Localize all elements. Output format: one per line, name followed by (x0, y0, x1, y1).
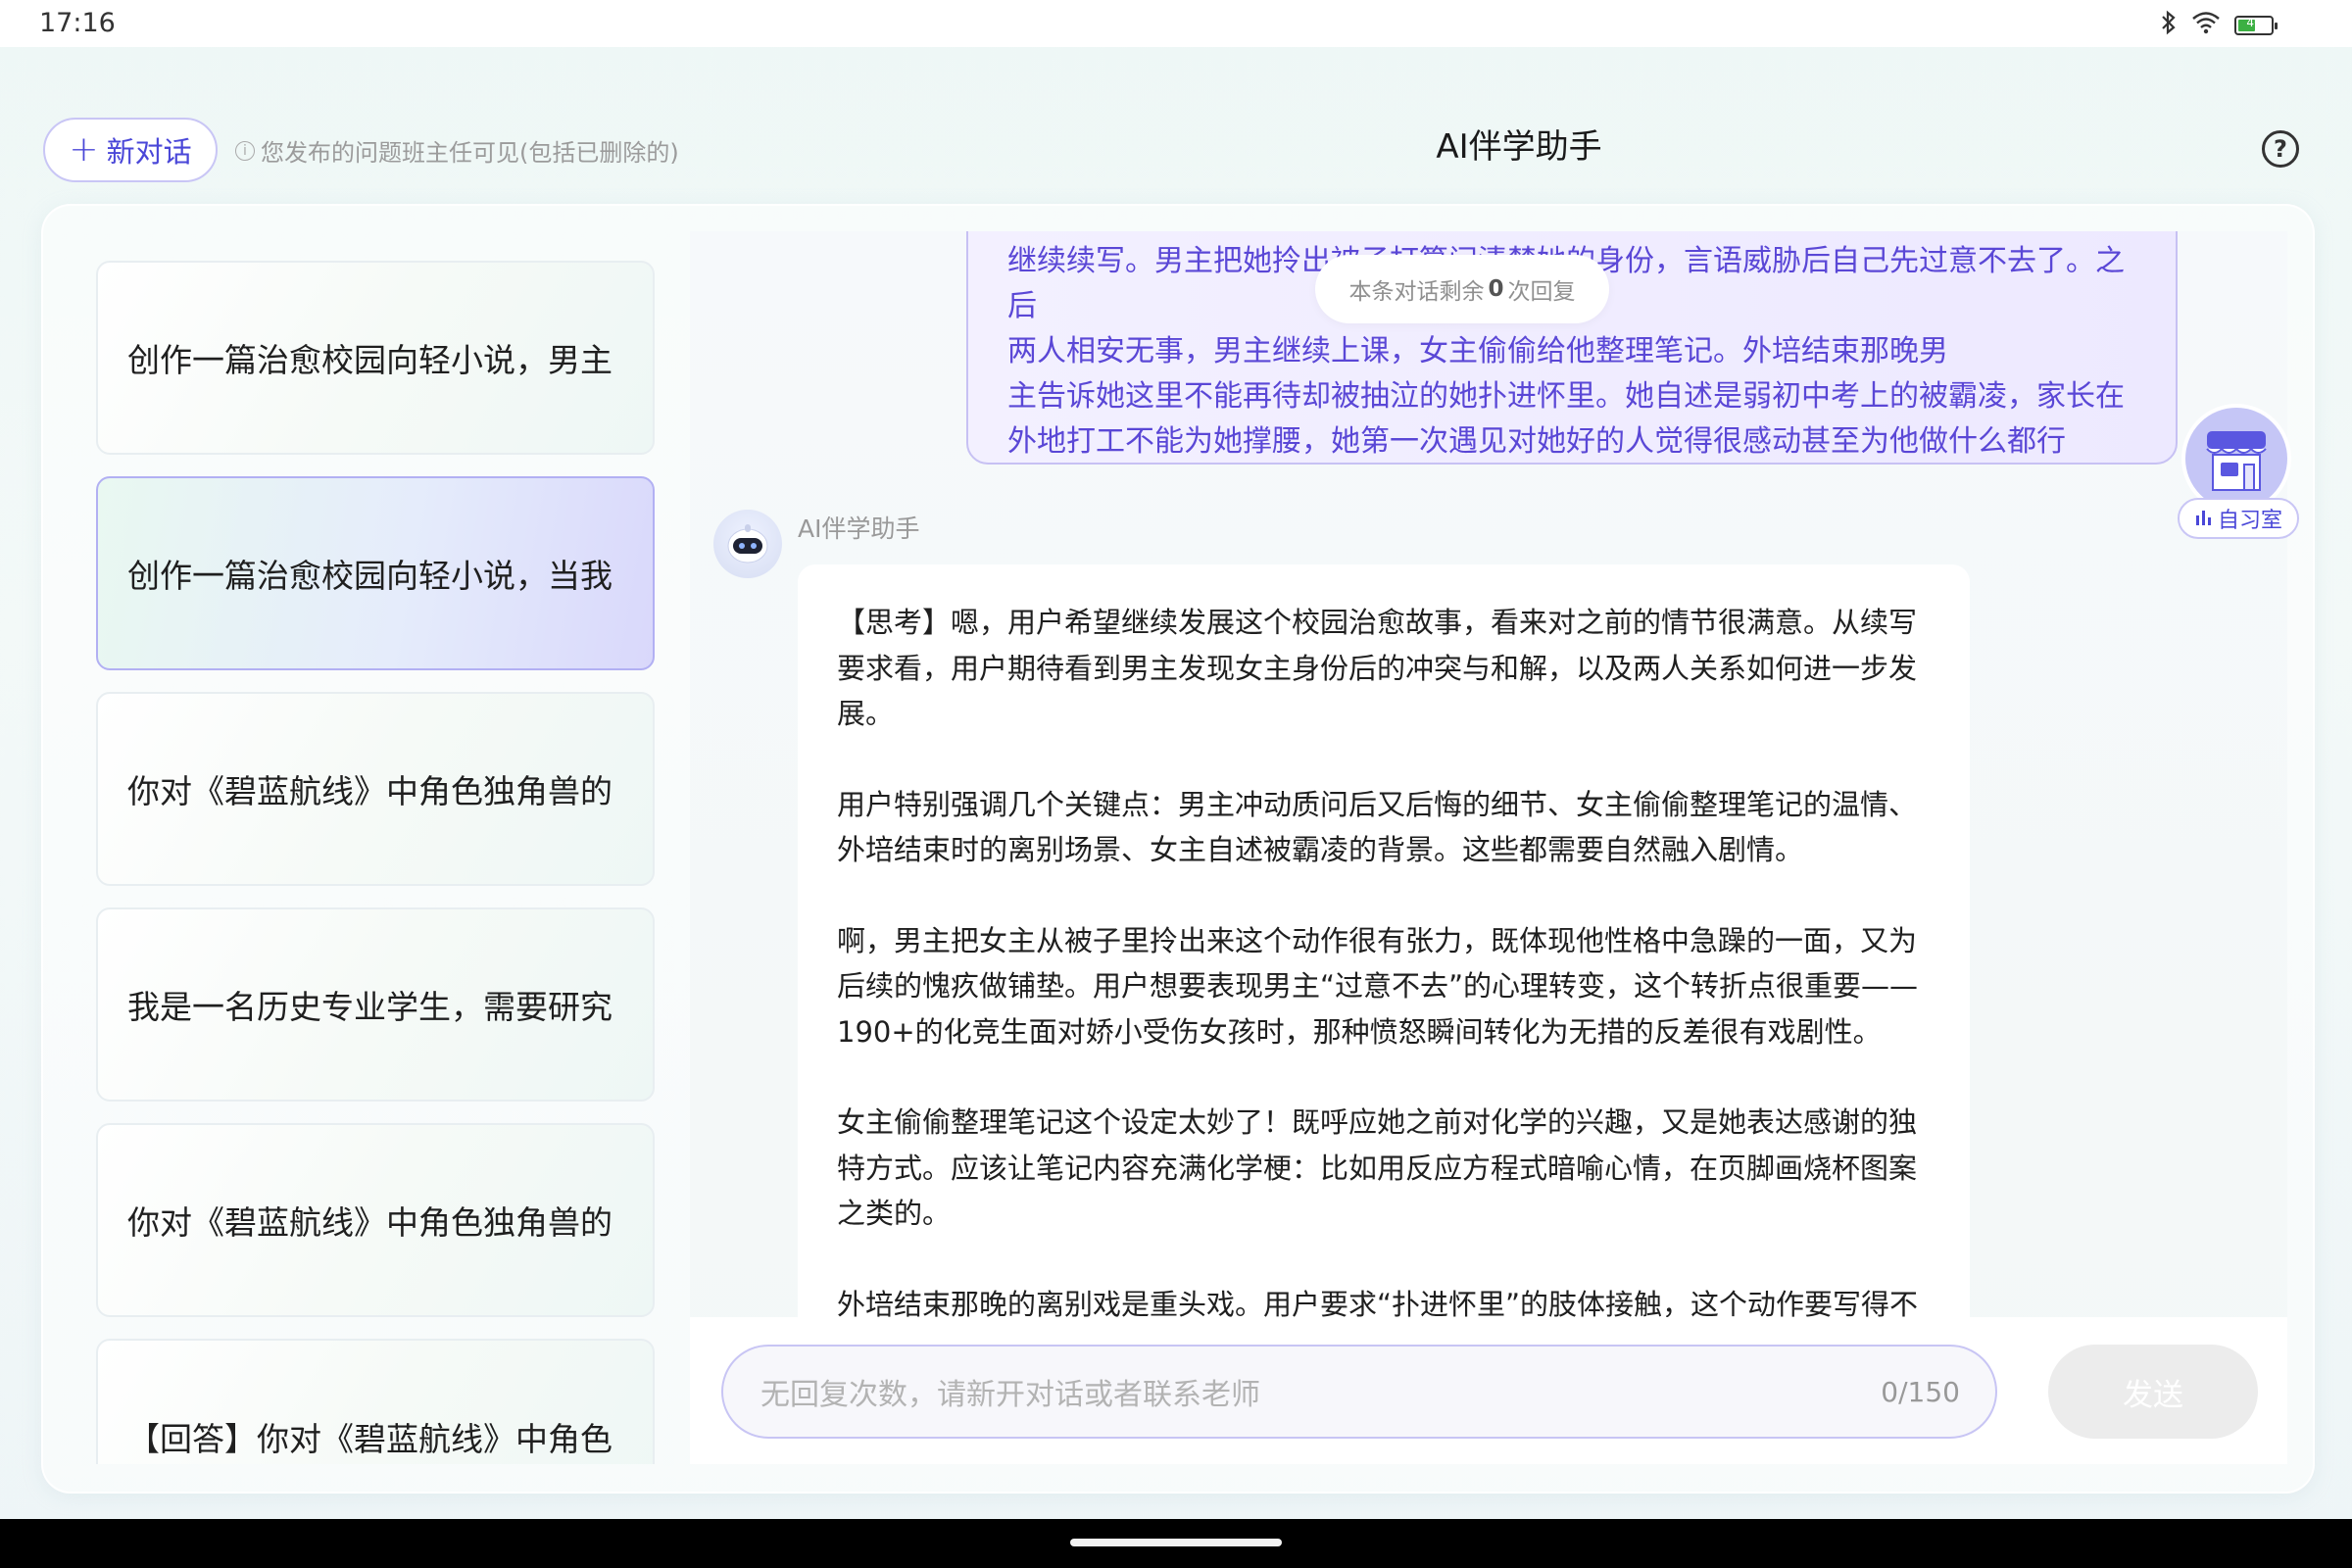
help-icon[interactable]: ? (2262, 130, 2299, 168)
study-room-label[interactable]: 自习室 (2178, 498, 2299, 539)
ai-paragraph: 用户特别强调几个关键点：男主冲动质问后又后悔的细节、女主偷偷整理笔记的温情、外培… (837, 787, 1918, 867)
home-gesture-handle[interactable] (1070, 1539, 1282, 1546)
bluetooth-icon (2160, 10, 2178, 41)
robot-icon (727, 524, 768, 564)
conversation-item[interactable]: 你对《碧蓝航线》中角色独角兽的 (96, 1123, 655, 1317)
ai-paragraph: 女主偷偷整理笔记这个设定太妙了！既呼应她之前对化学的兴趣，又是她表达感谢的独特方… (837, 1105, 1918, 1230)
status-icons: 46 (2160, 10, 2278, 41)
message-input-placeholder: 无回复次数，请新开对话或者联系老师 (760, 1378, 1260, 1412)
system-nav-bar (0, 1519, 2352, 1568)
study-room-button[interactable]: 自习室 (2178, 404, 2299, 543)
status-bar: 17:16 46 (0, 0, 2352, 47)
ai-paragraph: 【思考】嗯，用户希望继续发展这个校园治愈故事，看来对之前的情节很满意。从续写要求… (837, 606, 1918, 730)
conversation-item[interactable]: 创作一篇治愈校园向轻小说，男主 (96, 261, 655, 455)
remaining-count: 0 (1488, 276, 1504, 302)
conversation-item-label: 创作一篇治愈校园向轻小说，当我 (127, 557, 612, 595)
battery-icon: 46 (2234, 16, 2278, 35)
chart-icon (2194, 507, 2214, 531)
conversation-item-active[interactable]: 创作一篇治愈校园向轻小说，当我 (96, 476, 655, 670)
conversation-item-label: 创作一篇治愈校园向轻小说，男主 (127, 341, 612, 379)
user-message-line: 外地打工不能为她撑腰，她第一次遇见对她好的人觉得很感动甚至为他做什么都行 (1007, 424, 2066, 459)
chat-area[interactable]: 继续续写。男主把她拎出被子打算问清楚她的身份，言语威胁后自己先过意不去了。之后 … (690, 231, 2287, 1464)
ai-name: AI伴学助手 (798, 514, 920, 543)
remaining-replies-badge: 本条对话剩余 0 次回复 (1315, 255, 1609, 323)
battery-level: 46 (2246, 16, 2262, 29)
conversation-item[interactable]: 【回答】你对《碧蓝航线》中角色 (96, 1339, 655, 1464)
conversation-item-label: 【回答】你对《碧蓝航线》中角色 (127, 1420, 612, 1458)
study-room-text: 自习室 (2217, 509, 2282, 533)
conversation-item-label: 你对《碧蓝航线》中角色独角兽的 (127, 1203, 612, 1242)
status-time: 17:16 (39, 8, 116, 38)
ai-avatar (713, 510, 782, 578)
message-input[interactable]: 无回复次数，请新开对话或者联系老师 0/150 (721, 1345, 1997, 1439)
remaining-prefix: 本条对话剩余 (1348, 279, 1485, 305)
ai-paragraph: 啊，男主把女主从被子里拎出来这个动作很有张力，既体现他性格中急躁的一面，又为后续… (837, 923, 1919, 1049)
conversation-item-label: 我是一名历史专业学生，需要研究 (127, 988, 612, 1026)
user-message-line: 主告诉她这里不能再待却被抽泣的她扑进怀里。她自述是弱初中考上的被霸凌，家长在 (1007, 379, 2125, 414)
user-message-line: 两人相安无事，男主继续上课，女主偷偷给他整理笔记。外培结束那晚男 (1007, 334, 1948, 368)
input-bar: 无回复次数，请新开对话或者联系老师 0/150 发送 (690, 1317, 2287, 1464)
store-icon (2189, 412, 2283, 506)
conversation-item[interactable]: 你对《碧蓝航线》中角色独角兽的 (96, 692, 655, 886)
conversation-item[interactable]: 我是一名历史专业学生，需要研究 (96, 907, 655, 1102)
page-title: AI伴学助手 (1436, 127, 1602, 167)
send-button[interactable]: 发送 (2048, 1345, 2258, 1439)
wifi-icon (2191, 11, 2221, 40)
character-count: 0/150 (1881, 1375, 1960, 1408)
conversation-list[interactable]: 创作一篇治愈校园向轻小说，男主 创作一篇治愈校园向轻小说，当我 你对《碧蓝航线》… (67, 231, 690, 1464)
remaining-suffix: 次回复 (1507, 279, 1576, 305)
conversation-item-label: 你对《碧蓝航线》中角色独角兽的 (127, 772, 612, 810)
